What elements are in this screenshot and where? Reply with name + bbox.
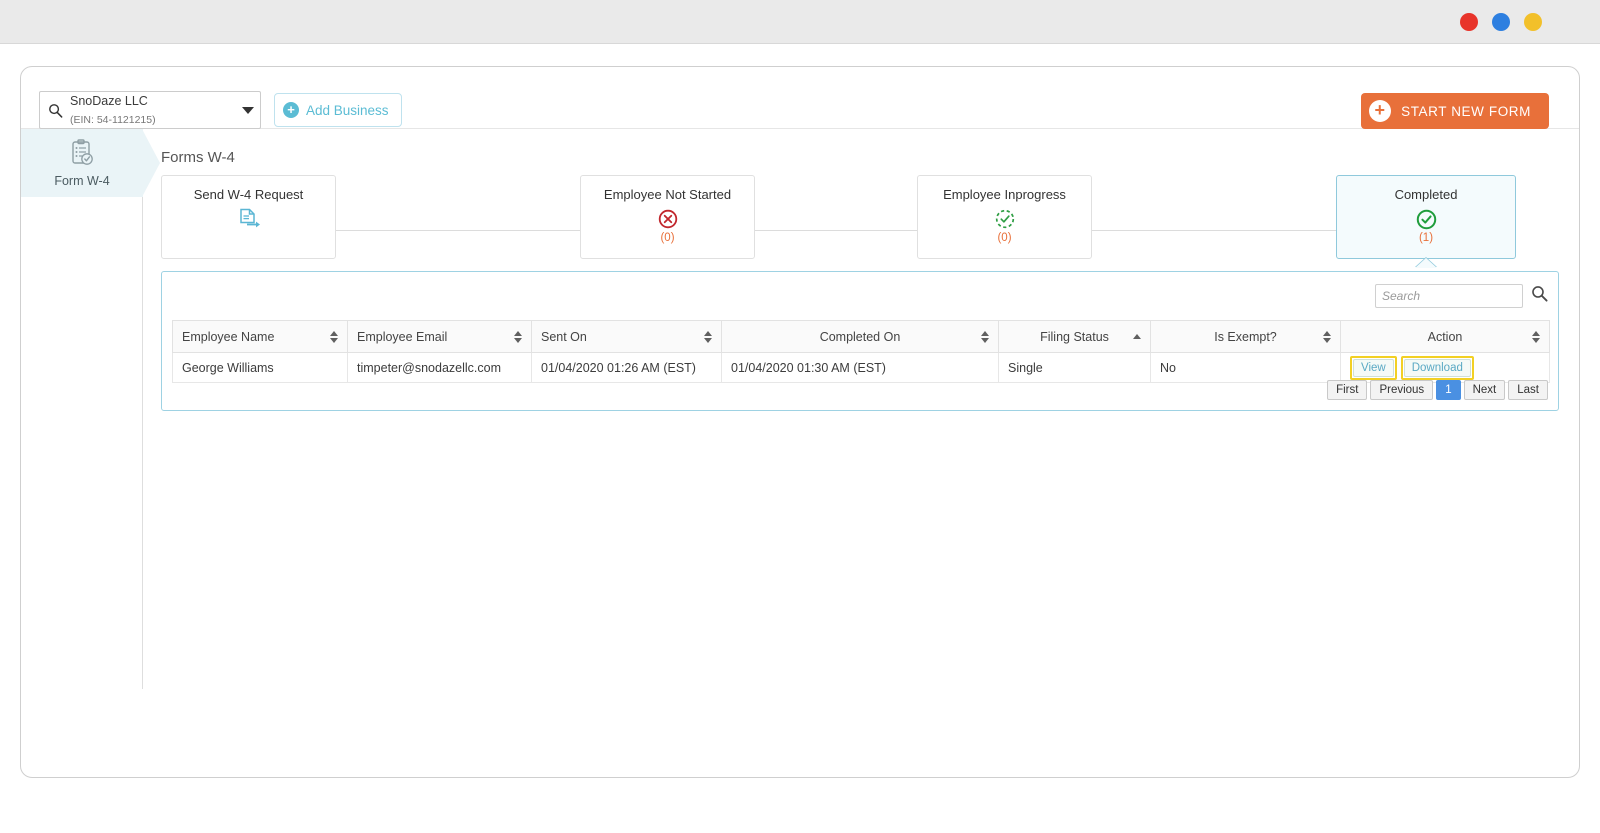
card-pointer-caret xyxy=(1415,258,1437,268)
business-selector[interactable]: SnoDaze LLC (EIN: 54-1121215) xyxy=(39,91,261,129)
close-dot-icon[interactable] xyxy=(1460,13,1478,31)
column-label: Is Exempt? xyxy=(1214,330,1277,344)
card-title: Completed xyxy=(1395,187,1458,202)
business-ein: (EIN: 54-1121215) xyxy=(70,114,156,126)
column-label: Employee Email xyxy=(357,330,447,344)
window-control-dots xyxy=(1460,13,1542,31)
forms-table: Employee Name Employee Email xyxy=(172,320,1550,383)
page-title: Forms W-4 xyxy=(161,149,235,166)
card-send-w4-request[interactable]: Send W-4 Request xyxy=(161,175,336,259)
sort-arrows-icon xyxy=(981,331,989,343)
maximize-dot-icon[interactable] xyxy=(1524,13,1542,31)
card-employee-inprogress[interactable]: Employee Inprogress (0) xyxy=(917,175,1092,259)
card-count: (0) xyxy=(660,232,674,244)
cell-employee-email: timpeter@snodazellc.com xyxy=(348,353,532,383)
card-title: Employee Inprogress xyxy=(943,187,1066,202)
browser-chrome-bar xyxy=(0,0,1600,44)
download-highlight-box: Download xyxy=(1401,356,1474,380)
cards-connector-line xyxy=(321,230,1401,231)
view-highlight-box: View xyxy=(1350,356,1397,380)
download-button[interactable]: Download xyxy=(1404,359,1471,377)
pagination: First Previous 1 Next Last xyxy=(1327,380,1548,400)
table-header-row: Employee Name Employee Email xyxy=(173,321,1550,353)
send-document-icon xyxy=(237,208,261,230)
check-circle-icon xyxy=(1416,208,1437,230)
chevron-down-icon[interactable] xyxy=(236,107,260,114)
pagination-previous[interactable]: Previous xyxy=(1370,380,1433,400)
cell-action: View Download xyxy=(1341,353,1550,383)
sidebar-item-label: Form W-4 xyxy=(54,174,109,188)
pagination-last[interactable]: Last xyxy=(1508,380,1548,400)
sort-arrows-icon xyxy=(514,331,522,343)
search-icon[interactable] xyxy=(1531,285,1548,307)
cell-sent-on: 01/04/2020 01:26 AM (EST) xyxy=(532,353,722,383)
card-title: Send W-4 Request xyxy=(194,187,304,202)
sort-arrows-icon xyxy=(330,331,338,343)
status-cards: Send W-4 Request Employee Not Started xyxy=(161,175,1559,259)
sidebar: Form W-4 xyxy=(21,129,143,689)
cell-completed-on: 01/04/2020 01:30 AM (EST) xyxy=(722,353,999,383)
column-header-employee-email[interactable]: Employee Email xyxy=(348,321,532,353)
column-header-sent-on[interactable]: Sent On xyxy=(532,321,722,353)
column-label: Sent On xyxy=(541,330,587,344)
column-label: Action xyxy=(1428,330,1463,344)
cell-is-exempt: No xyxy=(1151,353,1341,383)
app-page-card: SnoDaze LLC (EIN: 54-1121215) + Add Busi… xyxy=(20,66,1580,778)
top-toolbar: SnoDaze LLC (EIN: 54-1121215) + Add Busi… xyxy=(21,67,1579,129)
minimize-dot-icon[interactable] xyxy=(1492,13,1510,31)
pagination-first[interactable]: First xyxy=(1327,380,1367,400)
start-new-form-button[interactable]: + START NEW FORM xyxy=(1361,93,1549,129)
business-name: SnoDaze LLC xyxy=(70,94,148,108)
cell-employee-name: George Williams xyxy=(173,353,348,383)
main-content: Forms W-4 Send W-4 Request xyxy=(143,129,1579,777)
add-business-button[interactable]: + Add Business xyxy=(274,93,402,127)
column-header-filing-status[interactable]: Filing Status xyxy=(999,321,1151,353)
column-label: Completed On xyxy=(820,330,901,344)
cell-filing-status: Single xyxy=(999,353,1151,383)
column-header-employee-name[interactable]: Employee Name xyxy=(173,321,348,353)
column-header-action[interactable]: Action xyxy=(1341,321,1550,353)
sort-arrows-icon xyxy=(1532,331,1540,343)
sort-asc-icon xyxy=(1133,334,1141,339)
pagination-next[interactable]: Next xyxy=(1464,380,1506,400)
column-label: Employee Name xyxy=(182,330,274,344)
card-count: (0) xyxy=(997,232,1011,244)
pagination-page-1[interactable]: 1 xyxy=(1436,380,1460,400)
plus-icon: + xyxy=(1369,100,1391,122)
x-circle-icon xyxy=(658,208,678,230)
table-row: George Williams timpeter@snodazellc.com … xyxy=(173,353,1550,383)
search-business-icon xyxy=(40,103,70,118)
column-label: Filing Status xyxy=(1040,330,1109,344)
search-input[interactable] xyxy=(1375,284,1523,308)
add-business-label: Add Business xyxy=(306,103,389,118)
card-title: Employee Not Started xyxy=(604,187,731,202)
sort-arrows-icon xyxy=(1323,331,1331,343)
column-header-is-exempt[interactable]: Is Exempt? xyxy=(1151,321,1341,353)
plus-circle-icon: + xyxy=(283,102,299,118)
card-employee-not-started[interactable]: Employee Not Started (0) xyxy=(580,175,755,259)
sidebar-item-form-w4[interactable]: Form W-4 xyxy=(21,129,143,197)
clipboard-check-icon xyxy=(69,139,95,172)
completed-forms-panel: Employee Name Employee Email xyxy=(161,271,1559,411)
card-completed[interactable]: Completed (1) xyxy=(1336,175,1516,259)
column-header-completed-on[interactable]: Completed On xyxy=(722,321,999,353)
view-button[interactable]: View xyxy=(1353,359,1394,377)
card-count: (1) xyxy=(1419,232,1433,244)
start-new-form-label: START NEW FORM xyxy=(1401,104,1531,119)
search-row xyxy=(1375,284,1548,308)
sort-arrows-icon xyxy=(704,331,712,343)
dashed-check-circle-icon xyxy=(995,208,1015,230)
